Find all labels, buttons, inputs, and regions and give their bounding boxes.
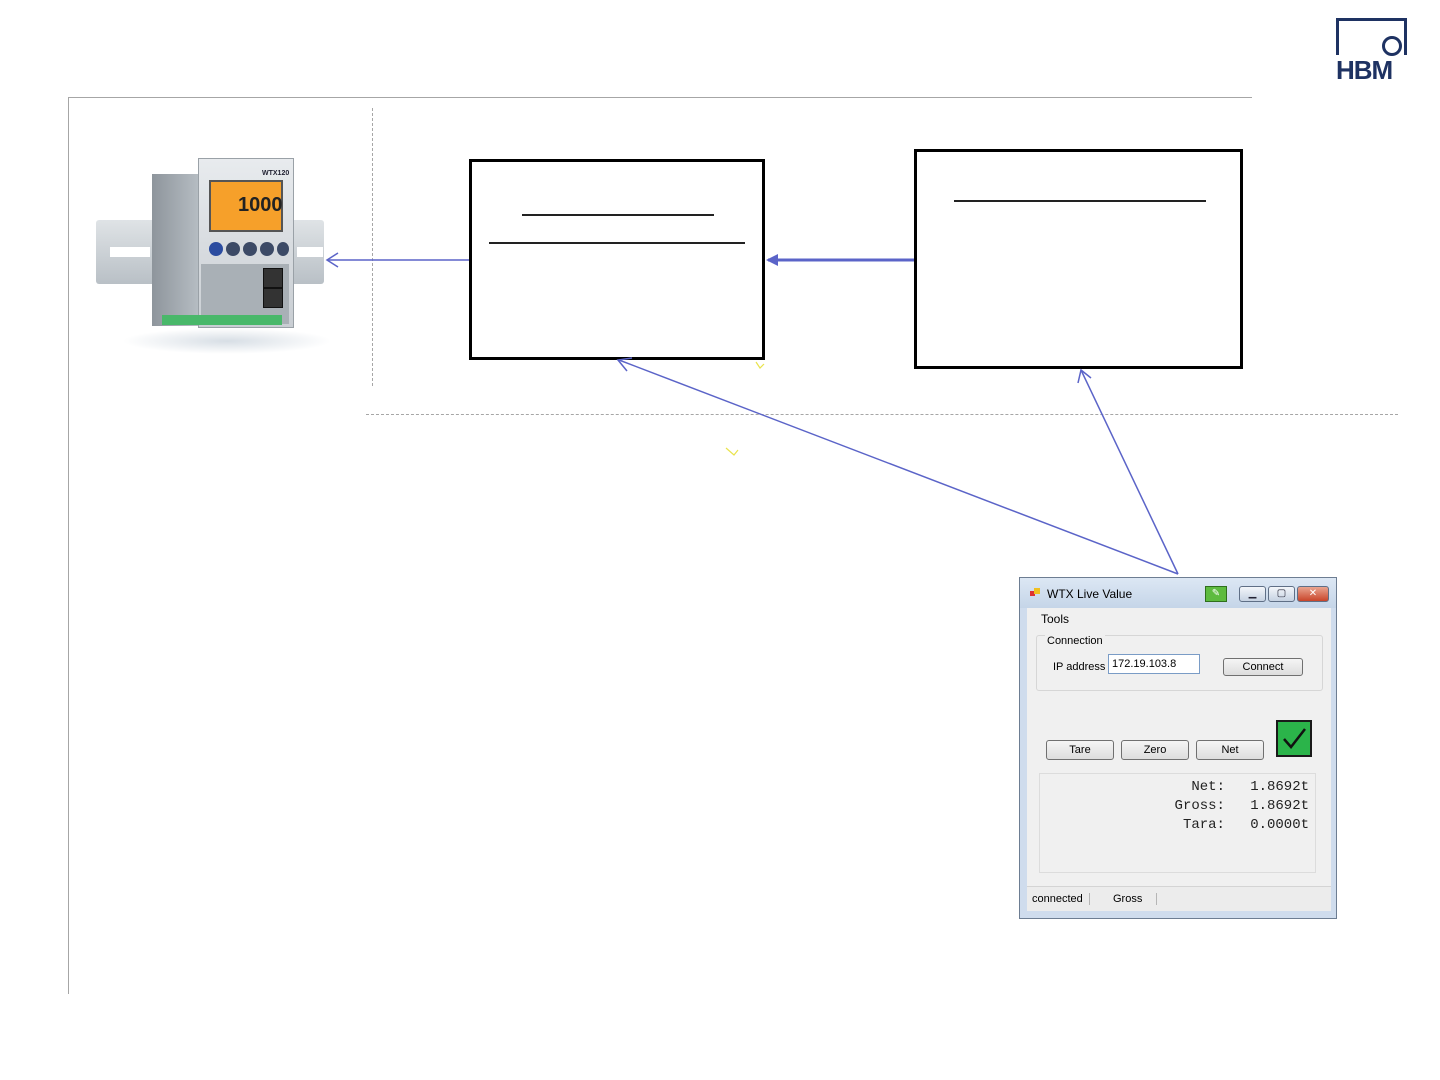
maximize-icon[interactable]: ▢ bbox=[1268, 586, 1295, 602]
placeholder-line bbox=[954, 200, 1206, 202]
device-info-button bbox=[209, 242, 223, 256]
ip-address-input[interactable] bbox=[1108, 654, 1200, 674]
stray-mark bbox=[755, 361, 765, 369]
app-icon bbox=[1030, 588, 1040, 596]
arrow-to-middle-box bbox=[766, 254, 914, 266]
connection-group: Connection IP address Connect bbox=[1036, 635, 1323, 691]
placeholder-line bbox=[522, 214, 714, 216]
device-shadow bbox=[122, 328, 332, 354]
left-divider bbox=[68, 97, 69, 994]
check-icon bbox=[1276, 720, 1312, 757]
value-number: 1.8692t bbox=[1250, 798, 1309, 814]
ip-address-label: IP address bbox=[1053, 661, 1106, 673]
logo-text: HBM bbox=[1336, 55, 1393, 85]
zero-button[interactable]: Zero bbox=[1121, 740, 1189, 760]
right-box bbox=[914, 149, 1243, 369]
rail-slot bbox=[110, 247, 150, 257]
net-button[interactable]: Net bbox=[1196, 740, 1264, 760]
device-display-value: 1000 bbox=[238, 194, 283, 216]
minimize-icon[interactable]: ▁ bbox=[1239, 586, 1266, 602]
window-titlebar[interactable]: WTX Live Value ✎ ▁ ▢ ✕ bbox=[1020, 578, 1336, 608]
value-row-gross: Gross: 1.8692t bbox=[1175, 798, 1309, 814]
terminal-block bbox=[162, 315, 282, 325]
hbm-logo: HBM bbox=[1336, 18, 1412, 86]
logo-circle bbox=[1382, 36, 1402, 56]
device-side bbox=[152, 174, 198, 326]
device-button bbox=[243, 242, 257, 256]
horizontal-dashed-divider bbox=[366, 414, 1398, 415]
close-icon[interactable]: ✕ bbox=[1297, 586, 1329, 602]
status-connection: connected bbox=[1032, 893, 1090, 905]
tare-button[interactable]: Tare bbox=[1046, 740, 1114, 760]
ethernet-port bbox=[263, 268, 283, 288]
top-divider bbox=[68, 97, 1252, 98]
arrow-window-to-middle-box bbox=[616, 357, 1179, 575]
device-brand: WTX120 bbox=[262, 170, 290, 177]
arrow-to-device bbox=[325, 252, 469, 268]
value-label: Tara: bbox=[1182, 817, 1225, 833]
status-mode: Gross bbox=[1113, 893, 1158, 905]
value-number: 0.0000t bbox=[1250, 817, 1309, 833]
status-bar: connected Gross bbox=[1027, 886, 1331, 911]
value-label: Net: bbox=[1191, 779, 1225, 795]
edit-icon[interactable]: ✎ bbox=[1205, 586, 1227, 602]
device-button bbox=[277, 242, 289, 256]
device-button bbox=[260, 242, 274, 256]
connect-button[interactable]: Connect bbox=[1223, 658, 1303, 676]
value-number: 1.8692t bbox=[1250, 779, 1309, 795]
window-body: Tools Connection IP address Connect Tare… bbox=[1027, 608, 1331, 911]
device-button bbox=[226, 242, 240, 256]
value-label: Gross: bbox=[1174, 798, 1225, 814]
wtx120-device-image: WTX120 1000 bbox=[92, 150, 332, 365]
wtx-live-value-window: WTX Live Value ✎ ▁ ▢ ✕ Tools Connection … bbox=[1019, 577, 1337, 919]
stray-mark bbox=[725, 447, 739, 456]
window-title: WTX Live Value bbox=[1047, 587, 1133, 601]
placeholder-line bbox=[489, 242, 745, 244]
middle-box bbox=[469, 159, 765, 360]
menu-tools[interactable]: Tools bbox=[1041, 612, 1069, 626]
value-row-net: Net: 1.8692t bbox=[1191, 779, 1309, 795]
rail-slot bbox=[297, 247, 323, 257]
vertical-dashed-divider bbox=[372, 108, 373, 386]
weight-values-panel: Net: 1.8692t Gross: 1.8692t Tara: 0.0000… bbox=[1039, 773, 1316, 873]
arrow-window-to-right-box bbox=[1077, 368, 1179, 575]
ethernet-port bbox=[263, 288, 283, 308]
connection-group-label: Connection bbox=[1045, 635, 1105, 647]
value-row-tara: Tara: 0.0000t bbox=[1183, 817, 1309, 833]
